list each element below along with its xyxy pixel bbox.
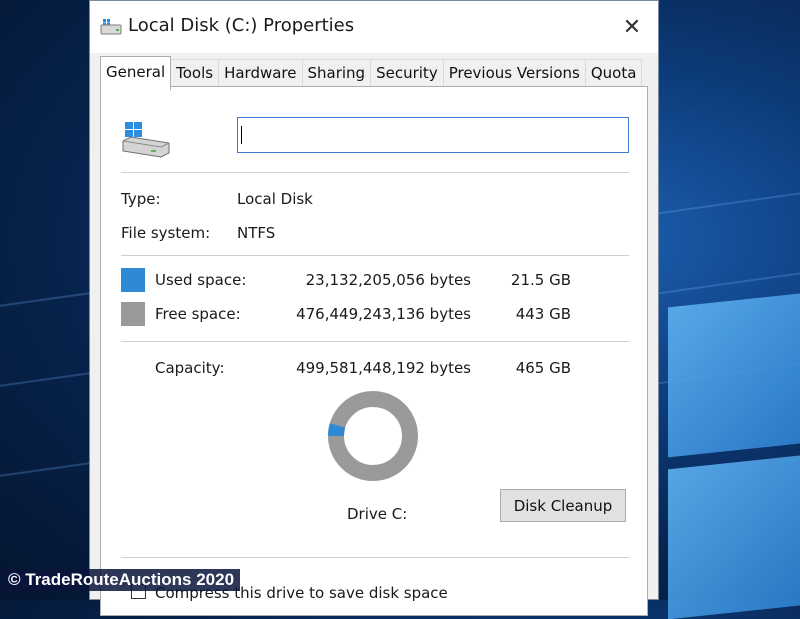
drive-icon (100, 19, 122, 35)
properties-dialog: Local Disk (C:) Properties ✕ General Too… (89, 0, 659, 616)
capacity-label: Capacity: (155, 359, 225, 377)
free-space-swatch (121, 302, 145, 326)
windows-logo-pane (668, 454, 800, 619)
file-system-label: File system: (121, 224, 211, 242)
tab-previous-versions[interactable]: Previous Versions (442, 59, 586, 88)
divider (121, 255, 629, 256)
used-space-size: 21.5 GB (510, 271, 571, 289)
file-system-value: NTFS (237, 224, 276, 242)
type-label: Type: (121, 190, 161, 208)
tab-general[interactable]: General (100, 56, 172, 90)
tab-quota[interactable]: Quota (584, 59, 643, 88)
free-space-size: 443 GB (515, 305, 571, 323)
volume-label-field[interactable] (238, 118, 628, 152)
free-space-label: Free space: (155, 305, 241, 323)
drive-label: Drive C: (347, 505, 408, 523)
tab-sharing[interactable]: Sharing (301, 59, 372, 88)
type-value: Local Disk (237, 190, 313, 208)
tab-security[interactable]: Security (370, 59, 444, 88)
close-icon: ✕ (622, 14, 642, 40)
window-title: Local Disk (C:) Properties (128, 15, 355, 36)
tab-tools[interactable]: Tools (170, 59, 220, 88)
general-tab-panel: Type: Local Disk File system: NTFS Used … (100, 86, 648, 616)
used-space-swatch (121, 268, 145, 292)
copyright-watermark: © TradeRouteAuctions 2020 (2, 569, 241, 591)
free-space-ring (328, 391, 418, 481)
divider (121, 172, 629, 173)
tab-strip: General Tools Hardware Sharing Security … (100, 56, 643, 90)
text-caret (241, 126, 242, 144)
close-button[interactable]: ✕ (606, 1, 658, 53)
disk-usage-donut (328, 391, 418, 481)
volume-label-input[interactable] (237, 117, 629, 153)
title-bar[interactable]: Local Disk (C:) Properties ✕ (90, 1, 658, 53)
tab-hardware[interactable]: Hardware (218, 59, 303, 88)
divider (121, 341, 629, 342)
capacity-size: 465 GB (515, 359, 571, 377)
disk-cleanup-button[interactable]: Disk Cleanup (500, 489, 626, 522)
divider (121, 557, 629, 558)
used-space-bytes: 23,132,205,056 bytes (305, 271, 471, 289)
capacity-bytes: 499,581,448,192 bytes (296, 359, 471, 377)
free-space-bytes: 476,449,243,136 bytes (296, 305, 471, 323)
used-space-label: Used space: (155, 271, 247, 289)
drive-icon (122, 122, 170, 158)
windows-logo-pane (668, 292, 800, 458)
